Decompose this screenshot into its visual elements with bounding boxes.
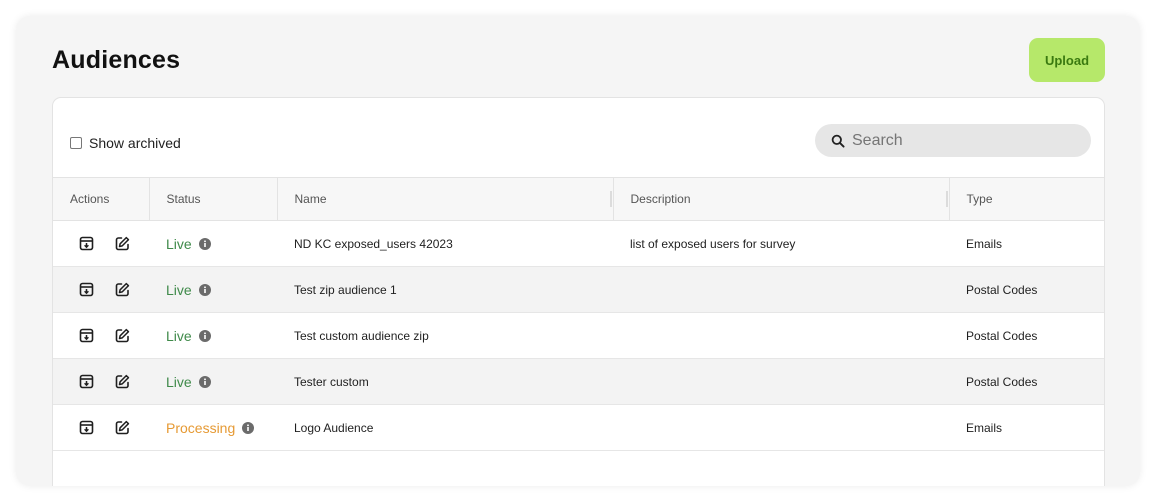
status-cell: Live — [149, 312, 277, 359]
name-cell: Test zip audience 1 — [277, 266, 613, 313]
status-text: Live — [166, 373, 192, 390]
status-cell: Live — [149, 358, 277, 405]
archive-download-icon[interactable] — [77, 373, 95, 391]
status-text: Live — [166, 235, 192, 252]
name-cell: Tester custom — [277, 358, 613, 405]
info-icon[interactable] — [198, 283, 211, 296]
archive-download-icon[interactable] — [77, 281, 95, 299]
edit-icon[interactable] — [113, 281, 131, 299]
table-row[interactable]: Live Test custom audience zip Postal Codes — [53, 312, 1104, 359]
column-header-status[interactable]: Status — [149, 177, 278, 221]
page-title: Audiences — [52, 46, 181, 74]
info-icon[interactable] — [242, 421, 255, 434]
status-cell: Processing — [149, 404, 277, 451]
search-icon — [831, 134, 845, 148]
show-archived-checkbox[interactable] — [70, 137, 82, 149]
column-resize-handle[interactable] — [609, 191, 612, 207]
search-input[interactable] — [852, 131, 1072, 150]
description-cell — [613, 266, 949, 313]
status-cell: Live — [149, 220, 277, 267]
audiences-page: Audiences Upload Show archived Search Ac… — [16, 16, 1140, 486]
info-icon[interactable] — [198, 329, 211, 342]
table-row[interactable]: Live ND KC exposed_users 42023 list of exp… — [53, 220, 1104, 267]
table-row[interactable]: Live Tester custom Postal Codes — [53, 358, 1104, 405]
table-body: Live ND KC exposed_users 42023 list of exp… — [53, 220, 1104, 451]
status-cell: Live — [149, 266, 277, 313]
search-box[interactable] — [815, 124, 1091, 157]
table-row[interactable]: Processing Logo Audience Emails — [53, 404, 1104, 451]
actions-cell — [53, 358, 149, 405]
edit-icon[interactable] — [113, 235, 131, 253]
archive-download-icon[interactable] — [77, 327, 95, 345]
column-header-type[interactable]: Type — [949, 177, 1104, 221]
status-text: Live — [166, 281, 192, 298]
audiences-card: Show archived Actions Status — [52, 97, 1105, 486]
column-header-description[interactable]: Description — [613, 177, 950, 221]
archive-download-icon[interactable] — [77, 235, 95, 253]
actions-cell — [53, 220, 149, 267]
description-cell — [613, 312, 949, 359]
column-resize-handle[interactable] — [945, 191, 948, 207]
status-text: Live — [166, 327, 192, 344]
info-icon[interactable] — [198, 237, 211, 250]
actions-cell — [53, 404, 149, 451]
table-row[interactable]: Live Test zip audience 1 Postal Codes — [53, 266, 1104, 313]
column-header-actions: Actions — [53, 177, 150, 221]
table-toolbar: Show archived — [53, 98, 1104, 177]
actions-cell — [53, 266, 149, 313]
type-cell: Emails — [949, 404, 1104, 451]
type-cell: Postal Codes — [949, 312, 1104, 359]
name-cell: Logo Audience — [277, 404, 613, 451]
description-cell: list of exposed users for survey — [613, 220, 949, 267]
show-archived-label: Show archived — [89, 135, 181, 151]
description-cell — [613, 404, 949, 451]
column-header-name[interactable]: Name — [277, 177, 614, 221]
archive-download-icon[interactable] — [77, 419, 95, 437]
edit-icon[interactable] — [113, 419, 131, 437]
show-archived-toggle[interactable]: Show archived — [70, 135, 181, 151]
name-cell: Test custom audience zip — [277, 312, 613, 359]
name-cell: ND KC exposed_users 42023 — [277, 220, 613, 267]
edit-icon[interactable] — [113, 327, 131, 345]
type-cell: Emails — [949, 220, 1104, 267]
type-cell: Postal Codes — [949, 266, 1104, 313]
type-cell: Postal Codes — [949, 358, 1104, 405]
status-text: Processing — [166, 419, 236, 436]
edit-icon[interactable] — [113, 373, 131, 391]
actions-cell — [53, 312, 149, 359]
description-cell — [613, 358, 949, 405]
upload-button[interactable]: Upload — [1029, 38, 1105, 82]
audiences-table: Actions Status Name Description Type Liv… — [53, 177, 1104, 451]
table-header-row: Actions Status Name Description Type — [53, 177, 1104, 221]
info-icon[interactable] — [198, 375, 211, 388]
